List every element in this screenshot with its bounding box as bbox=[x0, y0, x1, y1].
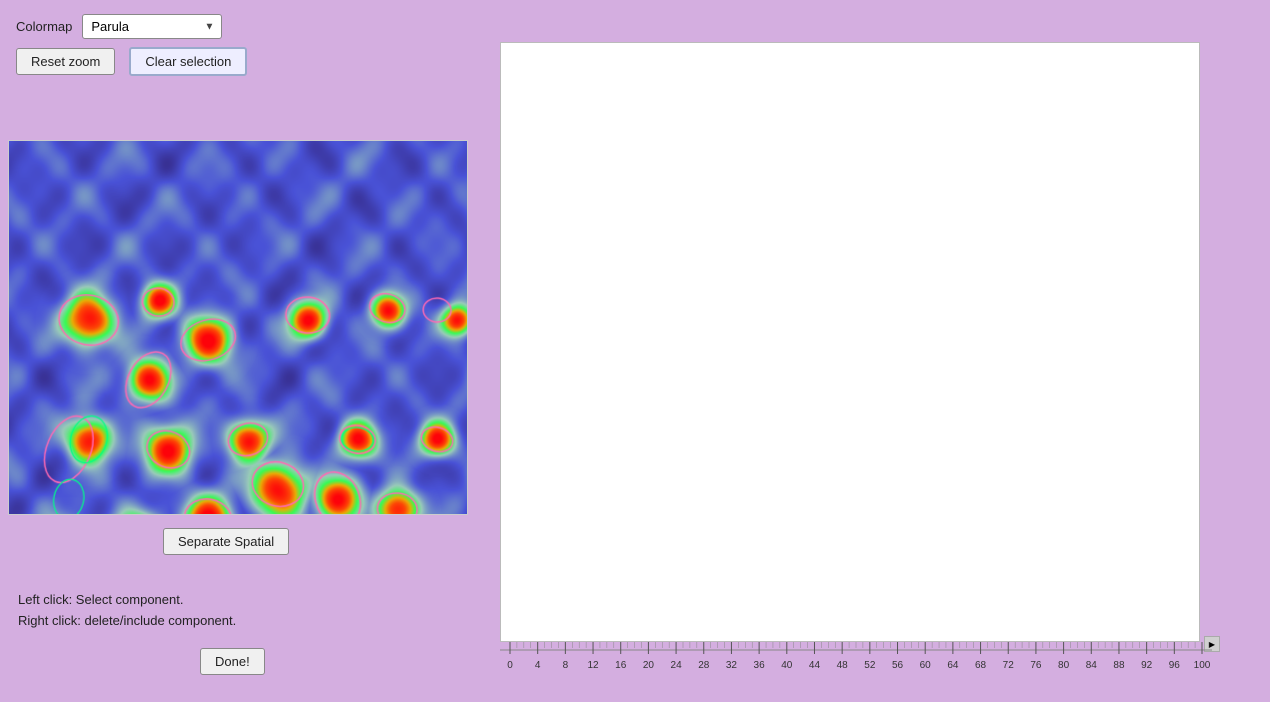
svg-text:52: 52 bbox=[864, 660, 876, 671]
ruler-container: 0481216202428323640444852566064687276808… bbox=[500, 642, 1212, 687]
done-button[interactable]: Done! bbox=[200, 648, 265, 675]
clear-selection-button[interactable]: Clear selection bbox=[129, 47, 247, 76]
svg-text:68: 68 bbox=[975, 660, 987, 671]
svg-text:48: 48 bbox=[837, 660, 849, 671]
svg-text:20: 20 bbox=[643, 660, 655, 671]
instruction-line2: Right click: delete/include component. bbox=[18, 611, 236, 632]
colormap-select-wrapper[interactable]: Parula Jet Hot Cool Gray Viridis Plasma bbox=[82, 14, 222, 39]
right-panel: ▶ 04812162024283236404448525660646872768… bbox=[500, 42, 1220, 652]
svg-text:88: 88 bbox=[1113, 660, 1125, 671]
separate-spatial-area: Separate Spatial bbox=[163, 528, 289, 555]
svg-text:16: 16 bbox=[615, 660, 627, 671]
top-bar: Colormap Parula Jet Hot Cool Gray Viridi… bbox=[0, 0, 1270, 47]
separate-spatial-button[interactable]: Separate Spatial bbox=[163, 528, 289, 555]
svg-text:72: 72 bbox=[1003, 660, 1015, 671]
heatmap-container[interactable] bbox=[8, 140, 468, 515]
svg-text:28: 28 bbox=[698, 660, 710, 671]
svg-text:0: 0 bbox=[507, 660, 513, 671]
ruler-svg: 0481216202428323640444852566064687276808… bbox=[500, 642, 1212, 687]
svg-text:84: 84 bbox=[1086, 660, 1098, 671]
chart-area bbox=[500, 42, 1200, 642]
svg-text:64: 64 bbox=[947, 660, 959, 671]
svg-text:44: 44 bbox=[809, 660, 821, 671]
colormap-label: Colormap bbox=[16, 19, 72, 34]
svg-text:100: 100 bbox=[1194, 660, 1211, 671]
svg-text:4: 4 bbox=[535, 660, 541, 671]
svg-text:76: 76 bbox=[1030, 660, 1042, 671]
svg-text:8: 8 bbox=[563, 660, 569, 671]
done-button-area: Done! bbox=[200, 648, 265, 675]
reset-zoom-button[interactable]: Reset zoom bbox=[16, 48, 115, 75]
svg-text:24: 24 bbox=[671, 660, 683, 671]
svg-text:12: 12 bbox=[587, 660, 599, 671]
heatmap-canvas[interactable] bbox=[9, 141, 467, 514]
svg-text:36: 36 bbox=[754, 660, 766, 671]
svg-text:56: 56 bbox=[892, 660, 904, 671]
svg-text:40: 40 bbox=[781, 660, 793, 671]
svg-text:80: 80 bbox=[1058, 660, 1070, 671]
instructions: Left click: Select component. Right clic… bbox=[18, 590, 236, 632]
svg-text:32: 32 bbox=[726, 660, 738, 671]
instruction-line1: Left click: Select component. bbox=[18, 590, 236, 611]
colormap-select[interactable]: Parula Jet Hot Cool Gray Viridis Plasma bbox=[82, 14, 222, 39]
svg-text:96: 96 bbox=[1169, 660, 1181, 671]
svg-text:92: 92 bbox=[1141, 660, 1153, 671]
svg-text:60: 60 bbox=[920, 660, 932, 671]
